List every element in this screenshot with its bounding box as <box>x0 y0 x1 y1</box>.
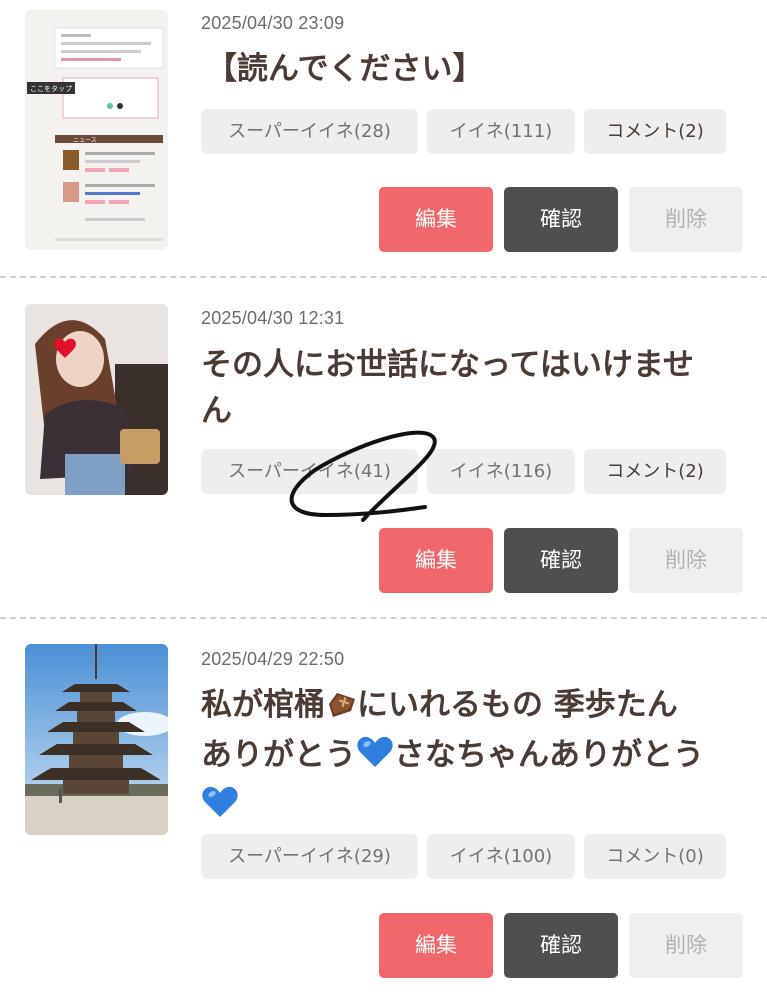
comment-count[interactable]: コメント(0) <box>584 834 726 879</box>
like-count[interactable]: イイネ(111) <box>427 109 575 154</box>
pagoda-photo-image <box>25 644 168 835</box>
thumb-overlay-label: ここをタップ <box>30 84 72 93</box>
post-divider <box>0 276 767 278</box>
like-count[interactable]: イイネ(100) <box>427 834 575 879</box>
post-title[interactable]: その人にお世話になってはいけませ ん <box>201 342 731 434</box>
post-thumbnail-photo[interactable] <box>25 304 168 495</box>
super-like-count[interactable]: スーパーイイネ(29) <box>201 834 418 879</box>
post-thumbnail-photo[interactable] <box>25 644 168 835</box>
super-like-count[interactable]: スーパーイイネ(28) <box>201 109 418 154</box>
post-title-line: 私が棺桶 にいれるもの 季歩たん <box>201 682 731 732</box>
post-timestamp: 2025/04/30 12:31 <box>201 308 345 328</box>
comment-count[interactable]: コメント(2) <box>584 109 726 154</box>
post-timestamp: 2025/04/30 23:09 <box>201 13 345 33</box>
delete-button[interactable]: 削除 <box>629 528 743 593</box>
post-title[interactable]: 私が棺桶 にいれるもの 季歩たん ありがとう さなちゃんありがとう <box>201 682 731 832</box>
super-like-count[interactable]: スーパーイイネ(41) <box>201 449 418 494</box>
post-title-line: ありがとう さなちゃんありがとう <box>201 732 731 782</box>
delete-button[interactable]: 削除 <box>629 913 743 978</box>
post-title-text: ありがとう <box>201 737 356 773</box>
like-count[interactable]: イイネ(116) <box>427 449 575 494</box>
selfie-photo-image <box>25 304 168 495</box>
post-feed: ここをタップ ニュース 2025/04/30 23:09 【読んでください】 ス… <box>0 0 767 1000</box>
comment-count[interactable]: コメント(2) <box>584 449 726 494</box>
post-divider <box>0 617 767 619</box>
blue-heart-icon <box>356 735 394 782</box>
post-timestamp: 2025/04/29 22:50 <box>201 649 345 669</box>
delete-button[interactable]: 削除 <box>629 187 743 252</box>
edit-button[interactable]: 編集 <box>379 528 493 593</box>
post-title-line: ん <box>201 393 232 429</box>
confirm-button[interactable]: 確認 <box>504 528 618 593</box>
post-title-text: 私が棺桶 <box>201 687 325 723</box>
confirm-button[interactable]: 確認 <box>504 913 618 978</box>
post-title-text: にいれるもの 季歩たん <box>357 687 678 723</box>
post-thumbnail-screenshot[interactable]: ここをタップ ニュース <box>25 10 168 250</box>
confirm-button[interactable]: 確認 <box>504 187 618 252</box>
edit-button[interactable]: 編集 <box>379 913 493 978</box>
thumb-section-label: ニュース <box>73 137 97 144</box>
post-title-line: その人にお世話になってはいけませ <box>201 347 694 383</box>
screenshot-thumbnail-image: ここをタップ ニュース <box>25 10 168 250</box>
edit-button[interactable]: 編集 <box>379 187 493 252</box>
post-title-text: さなちゃんありがとう <box>394 737 704 773</box>
post-title[interactable]: 【読んでください】 <box>206 46 736 92</box>
coffin-icon <box>325 686 357 732</box>
blue-heart-icon <box>201 785 239 832</box>
post-title-line <box>201 782 731 832</box>
